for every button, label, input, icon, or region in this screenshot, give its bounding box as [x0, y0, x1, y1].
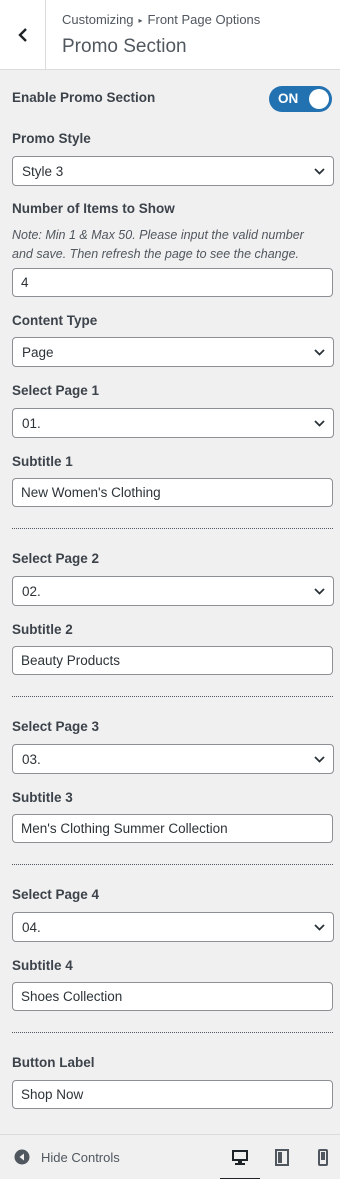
subtitle-4-label: Subtitle 4 [12, 958, 73, 973]
mobile-preview-button[interactable] [313, 1147, 333, 1167]
chevron-down-icon [314, 349, 325, 356]
items-note-line-1: Note: Min 1 & Max 50. Please input the v… [12, 228, 304, 242]
select-page-4[interactable]: 04. [12, 912, 334, 942]
promo-style-value: Style 3 [22, 163, 64, 179]
chevron-down-icon [314, 588, 325, 595]
select-page-1[interactable]: 01. [12, 408, 334, 438]
toggle-knob [309, 89, 329, 109]
enable-promo-toggle[interactable]: ON [269, 86, 332, 112]
breadcrumb-root: Customizing [62, 12, 134, 27]
breadcrumb: Customizing ▸ Front Page Options [62, 12, 260, 27]
tablet-icon [275, 1148, 289, 1166]
content-type-label: Content Type [12, 313, 98, 328]
chevron-left-icon [17, 28, 27, 42]
hide-controls-label: Hide Controls [41, 1149, 120, 1165]
subtitle-3-input[interactable]: Men's Clothing Summer Collection [12, 814, 333, 843]
breadcrumb-separator: ▸ [138, 16, 143, 25]
items-count-input[interactable]: 4 [12, 268, 333, 297]
select-page-3-label: Select Page 3 [12, 719, 100, 734]
select-page-3-value: 03. [22, 751, 41, 767]
select-page-4-label: Select Page 4 [12, 887, 100, 902]
select-page-2-value: 02. [22, 583, 41, 599]
customizer-footer: Hide Controls [0, 1134, 340, 1179]
hide-controls-button[interactable]: Hide Controls [14, 1149, 120, 1165]
section-divider [12, 696, 333, 697]
chevron-down-icon [314, 168, 325, 175]
subtitle-3-label: Subtitle 3 [12, 790, 73, 805]
select-page-2[interactable]: 02. [12, 576, 334, 606]
desktop-icon [232, 1149, 248, 1165]
section-divider [12, 1032, 333, 1033]
collapse-arrow-icon [14, 1149, 30, 1165]
subtitle-1-input[interactable]: New Women's Clothing [12, 478, 333, 507]
promo-style-label: Promo Style [12, 131, 91, 146]
tablet-preview-button[interactable] [272, 1147, 292, 1167]
select-page-4-value: 04. [22, 919, 41, 935]
breadcrumb-parent: Front Page Options [147, 12, 261, 27]
select-page-3[interactable]: 03. [12, 744, 334, 774]
chevron-down-icon [314, 420, 325, 427]
mobile-icon [318, 1148, 328, 1166]
select-page-1-label: Select Page 1 [12, 383, 100, 398]
content-type-value: Page [22, 344, 54, 360]
promo-style-select[interactable]: Style 3 [12, 156, 334, 186]
button-label-input[interactable]: Shop Now [12, 1080, 333, 1109]
toggle-state-text: ON [278, 91, 299, 106]
back-button[interactable] [0, 0, 46, 70]
items-count-label: Number of Items to Show [12, 201, 175, 216]
subtitle-2-input[interactable]: Beauty Products [12, 646, 333, 675]
chevron-down-icon [314, 756, 325, 763]
select-page-2-label: Select Page 2 [12, 551, 100, 566]
subtitle-2-label: Subtitle 2 [12, 622, 73, 637]
content-type-select[interactable]: Page [12, 337, 334, 367]
chevron-down-icon [314, 924, 325, 931]
desktop-preview-button[interactable] [220, 1147, 260, 1179]
subtitle-1-label: Subtitle 1 [12, 454, 73, 469]
select-page-1-value: 01. [22, 415, 41, 431]
items-note-line-2: and save. Then refresh the page to see t… [12, 247, 300, 261]
page-title: Promo Section [62, 36, 187, 57]
section-divider [12, 864, 333, 865]
section-divider [12, 528, 333, 529]
customizer-header: Customizing ▸ Front Page Options Promo Sec… [0, 0, 340, 70]
subtitle-4-input[interactable]: Shoes Collection [12, 982, 333, 1011]
button-label-label: Button Label [12, 1055, 95, 1070]
items-count-note: Note: Min 1 & Max 50. Please input the v… [12, 226, 332, 264]
enable-promo-label: Enable Promo Section [12, 90, 156, 105]
